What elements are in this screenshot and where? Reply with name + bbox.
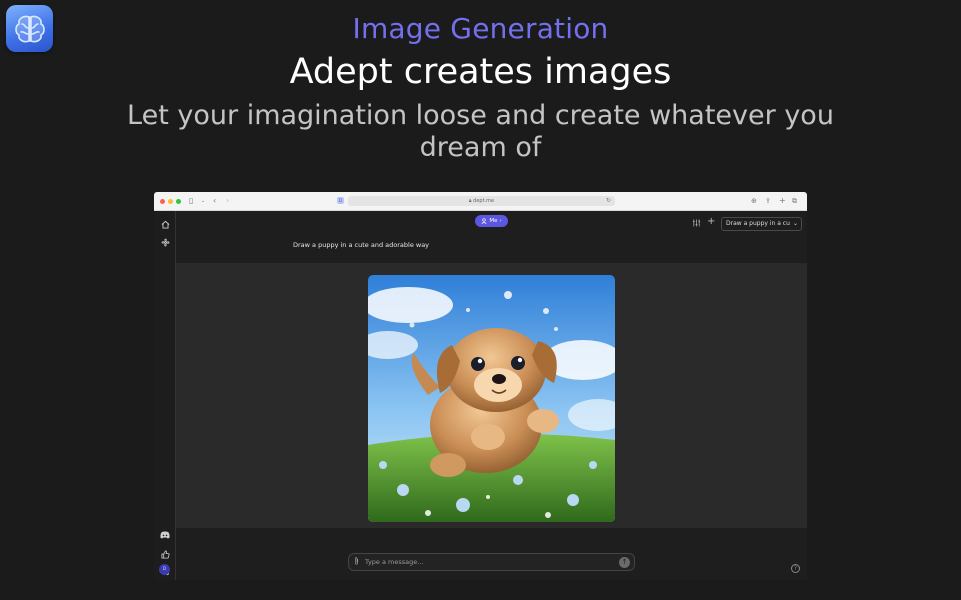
site-favicon: D — [337, 197, 344, 204]
address-text: dept.me — [473, 198, 495, 204]
chat-topbar: Me › + Draw a puppy in a cu ⌄ Draw a pup… — [176, 211, 807, 263]
chevron-down-icon: ⌄ — [792, 220, 798, 227]
user-avatar-badge[interactable]: D — [159, 564, 170, 575]
prompt-history-value: Draw a puppy in a cu — [726, 220, 790, 227]
thumbs-up-icon[interactable] — [158, 548, 172, 560]
forward-icon[interactable]: › — [226, 196, 229, 206]
puppy-illustration — [368, 275, 615, 522]
chevron-down-icon[interactable]: ⌄ — [201, 196, 205, 206]
home-icon[interactable] — [158, 218, 172, 230]
prompt-history-select[interactable]: Draw a puppy in a cu ⌄ — [721, 217, 802, 231]
hero-eyebrow: Image Generation — [352, 12, 609, 45]
persona-me-button[interactable]: Me › — [475, 215, 508, 227]
app-sidebar: D — [154, 211, 176, 580]
browser-window: ▯ ⌄ ‹ › D 🔒︎ dept.me ↻ ⊕ ⇪ + ⧉ D D — [154, 192, 807, 580]
address-bar[interactable]: 🔒︎ dept.me — [348, 196, 615, 206]
arrow-up-icon: ↑ — [621, 558, 628, 566]
download-icon[interactable]: ⊕ — [751, 196, 757, 206]
minimize-window-dot[interactable] — [168, 199, 173, 204]
new-tab-icon[interactable]: + — [779, 196, 786, 206]
composer: ↑ ? — [176, 528, 807, 580]
user-icon — [481, 218, 487, 224]
hero-subtitle: Let your imagination loose and create wh… — [127, 100, 834, 163]
share-icon[interactable]: ⇪ — [765, 196, 771, 206]
hero-title: Adept creates images — [289, 52, 672, 92]
user-message: Draw a puppy in a cute and adorable way — [293, 241, 430, 249]
new-chat-icon[interactable]: + — [707, 217, 715, 227]
reload-icon[interactable]: ↻ — [606, 196, 611, 206]
paperclip-icon[interactable] — [354, 557, 359, 568]
message-input[interactable] — [365, 554, 605, 570]
fan-icon[interactable] — [158, 236, 172, 248]
sidebar-toggle-icon[interactable]: ▯ — [189, 196, 193, 206]
lock-icon: 🔒︎ — [468, 198, 472, 204]
back-icon[interactable]: ‹ — [213, 196, 216, 206]
discord-icon[interactable] — [158, 529, 172, 541]
help-icon[interactable]: ? — [791, 564, 800, 573]
tab-overview-icon[interactable]: ⧉ — [792, 196, 797, 206]
close-window-dot[interactable] — [160, 199, 165, 204]
chat-area — [176, 263, 807, 528]
message-input-box[interactable]: ↑ — [348, 553, 635, 571]
maximize-window-dot[interactable] — [176, 199, 181, 204]
send-button[interactable]: ↑ — [619, 557, 630, 568]
chevron-right-icon: › — [499, 218, 502, 224]
generated-image[interactable] — [368, 275, 615, 522]
settings-sliders-icon[interactable] — [692, 219, 701, 230]
browser-chrome: ▯ ⌄ ‹ › D 🔒︎ dept.me ↻ ⊕ ⇪ + ⧉ — [154, 192, 807, 211]
persona-me-label: Me — [489, 218, 498, 224]
